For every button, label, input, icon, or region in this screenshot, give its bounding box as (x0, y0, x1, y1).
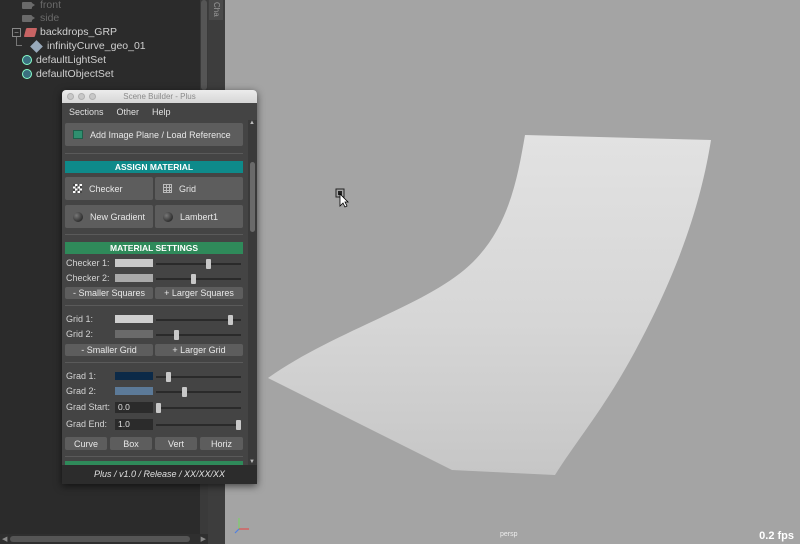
tree-connector (16, 45, 22, 46)
window-titlebar[interactable]: Scene Builder - Plus (62, 90, 257, 103)
version-footer: Plus / v1.0 / Release / XX/XX/XX (62, 465, 257, 484)
gradient-vert-button[interactable]: Vert (155, 437, 197, 450)
group-icon (23, 27, 38, 37)
divider (65, 362, 243, 363)
grad-end-label: Grad End: (66, 419, 108, 429)
larger-squares-button[interactable]: + Larger Squares (155, 287, 243, 299)
grad1-slider[interactable] (156, 372, 241, 382)
grad-end-field[interactable]: 1.0 (115, 419, 153, 430)
checker-button[interactable]: Checker (65, 177, 153, 200)
divider (65, 456, 243, 457)
gradient-horiz-button[interactable]: Horiz (200, 437, 243, 450)
close-window-button[interactable] (67, 93, 74, 100)
new-gradient-button[interactable]: New Gradient (65, 205, 153, 228)
channel-box-tab[interactable]: Cha (209, 0, 223, 20)
gradient-curve-button[interactable]: Curve (65, 437, 107, 450)
collapse-toggle-icon[interactable]: − (12, 27, 21, 37)
slider-handle[interactable] (191, 274, 197, 284)
checker2-color-swatch[interactable] (115, 274, 153, 282)
infinity-curve-backdrop[interactable] (225, 0, 800, 544)
grad-start-field[interactable]: 0.0 (115, 402, 153, 413)
slider-handle[interactable] (236, 420, 241, 430)
gradient-box-button[interactable]: Box (110, 437, 152, 450)
camera-name: persp (500, 531, 518, 538)
lambert1-button[interactable]: Lambert1 (155, 205, 243, 228)
add-image-plane-button[interactable]: Add Image Plane / Load Reference (65, 123, 243, 146)
menu-other[interactable]: Other (117, 107, 140, 117)
image-plane-icon (73, 130, 83, 139)
menu-help[interactable]: Help (152, 107, 171, 117)
axis-gizmo-icon (234, 518, 249, 534)
grad-start-label: Grad Start: (66, 402, 111, 412)
grid2-slider[interactable] (156, 330, 241, 340)
scrollbar-thumb[interactable] (10, 536, 190, 542)
menu-bar: Sections Other Help (62, 103, 257, 120)
outliner-horizontal-scrollbar[interactable]: ◀ ▶ (0, 534, 208, 544)
checker1-label: Checker 1: (66, 258, 110, 268)
smaller-squares-button[interactable]: - Smaller Squares (65, 287, 153, 299)
mesh-icon (30, 39, 43, 53)
scroll-right-icon[interactable]: ▶ (201, 535, 206, 543)
scene-builder-window: Scene Builder - Plus Sections Other Help… (62, 90, 257, 484)
divider (65, 305, 243, 306)
grad2-slider[interactable] (156, 387, 241, 397)
grid1-label: Grid 1: (66, 314, 94, 324)
material-sphere-icon (73, 211, 83, 222)
grid2-label: Grid 2: (66, 329, 94, 339)
assign-material-header: ASSIGN MATERIAL (65, 161, 243, 173)
menu-sections[interactable]: Sections (69, 107, 104, 117)
scroll-up-icon[interactable]: ▲ (249, 120, 255, 126)
checker1-slider[interactable] (156, 259, 241, 269)
scroll-left-icon[interactable]: ◀ (2, 535, 7, 543)
divider (65, 153, 243, 154)
grid-icon (163, 184, 172, 193)
smaller-grid-button[interactable]: - Smaller Grid (65, 344, 153, 356)
slider-handle[interactable] (156, 403, 161, 413)
material-settings-header: MATERIAL SETTINGS (65, 242, 243, 254)
checker1-color-swatch[interactable] (115, 259, 153, 267)
checker-icon (73, 184, 82, 193)
window-title: Scene Builder - Plus (123, 92, 196, 101)
grid2-color-swatch[interactable] (115, 330, 153, 338)
divider (65, 234, 243, 235)
scrollbar-thumb[interactable] (250, 162, 255, 232)
grad1-label: Grad 1: (66, 371, 97, 381)
set-icon (22, 69, 32, 79)
camera-icon (22, 14, 35, 22)
fps-readout: 0.2 fps (759, 530, 794, 542)
grad2-color-swatch[interactable] (115, 387, 153, 395)
grad-end-slider[interactable] (156, 420, 241, 430)
grid-button[interactable]: Grid (155, 177, 243, 200)
slider-handle[interactable] (182, 387, 188, 397)
grad-start-slider[interactable] (156, 403, 241, 413)
outliner-item-side[interactable]: side (22, 11, 59, 25)
zoom-window-button[interactable] (89, 93, 96, 100)
slider-handle[interactable] (228, 315, 233, 325)
outliner-item-backdrops-grp[interactable]: − backdrops_GRP (12, 25, 117, 39)
larger-grid-button[interactable]: + Larger Grid (155, 344, 243, 356)
scene-builder-scrollbar[interactable]: ▲ ▼ (248, 120, 257, 465)
material-sphere-icon (163, 211, 173, 222)
scrollbar-thumb[interactable] (201, 0, 207, 90)
grid1-color-swatch[interactable] (115, 315, 153, 323)
outliner-item-default-object-set[interactable]: defaultObjectSet (22, 67, 114, 81)
slider-handle[interactable] (174, 330, 180, 340)
grid1-slider[interactable] (156, 315, 241, 325)
outliner-item-default-light-set[interactable]: defaultLightSet (22, 53, 106, 67)
slider-handle[interactable] (165, 372, 171, 382)
grad1-color-swatch[interactable] (115, 372, 153, 380)
outliner-item-infinity-curve[interactable]: infinityCurve_geo_01 (30, 39, 146, 53)
minimize-window-button[interactable] (78, 93, 85, 100)
checker2-label: Checker 2: (66, 273, 110, 283)
camera-icon (22, 1, 35, 9)
mouse-cursor-icon (335, 188, 349, 208)
grad2-label: Grad 2: (66, 386, 97, 396)
set-icon (22, 55, 32, 65)
3d-viewport[interactable]: persp 0.2 fps (225, 0, 800, 544)
checker2-slider[interactable] (156, 274, 241, 284)
slider-handle[interactable] (205, 259, 211, 269)
scene-builder-body: Add Image Plane / Load Reference ASSIGN … (62, 120, 248, 465)
